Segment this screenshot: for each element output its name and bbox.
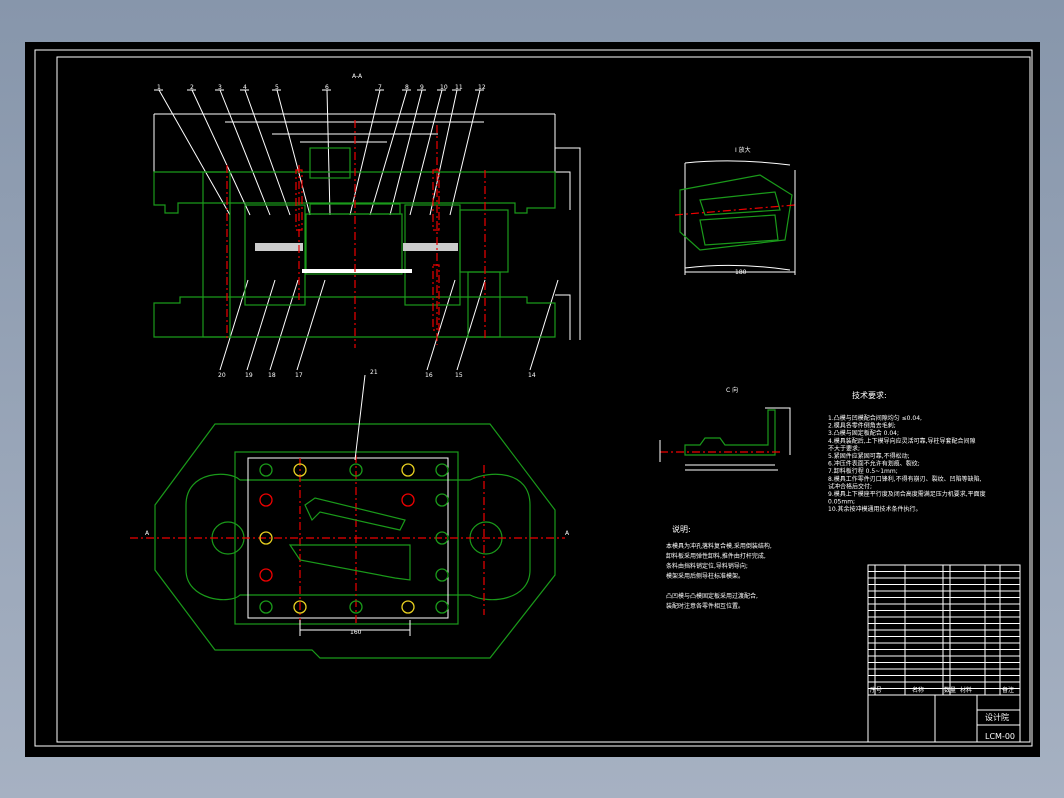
section-title: A-A	[352, 73, 363, 80]
cad-drawing-canvas[interactable]: A-A 1 2 3 4 5 6 7 8 9 10 11 12 20 19 18 17 16 15 14	[25, 42, 1040, 757]
strip-material	[302, 269, 412, 273]
leader-line	[429, 89, 461, 216]
notes-heading: 说明:	[672, 524, 691, 534]
tech-item: 10.其余按冲模通用技术条件执行。	[828, 505, 922, 513]
screw-hole	[435, 600, 449, 614]
screw-hole	[435, 463, 449, 477]
screw-hole	[401, 493, 415, 507]
stripper-rubber-left	[255, 243, 303, 251]
tech-item: 试冲合格后交付;	[828, 482, 872, 490]
technical-requirements: 技术要求: 1.凸模与凹模配合间隙均匀 ≤0.04,2.模具各零件倒角去毛刺;3…	[828, 390, 986, 513]
tech-item: 1.凸模与凹模配合间隙均匀 ≤0.04,	[828, 414, 922, 422]
note-line: 条料由挡料销定位,导料销导向;	[666, 562, 748, 570]
leader-line	[246, 279, 276, 371]
leader-line	[449, 89, 484, 216]
bom-header: 序号	[870, 686, 882, 694]
part-number-20: 20	[218, 372, 226, 379]
part-number-14: 14	[528, 372, 536, 379]
detail-view-enlarged: I 放大 180	[674, 146, 796, 276]
leader-line	[215, 89, 271, 216]
leader-line	[389, 89, 426, 216]
detail-c-title: C 向	[726, 386, 738, 394]
tech-item: 7.卸料板行程 0.5~1mm;	[828, 467, 898, 475]
drawing-sheet: A-A 1 2 3 4 5 6 7 8 9 10 11 1220 19 18 17 16 15 14	[34, 49, 1033, 747]
note-line: 装配时注意各零件相互位置。	[666, 602, 744, 610]
screw-hole	[259, 600, 273, 614]
screw-hole	[259, 568, 273, 582]
part-number-15: 15	[455, 372, 463, 379]
leader-line	[456, 279, 486, 371]
screw-hole	[259, 493, 273, 507]
bom-header: 数量	[944, 686, 956, 694]
tech-item: 5.紧固件应紧固可靠,不得松动;	[828, 452, 910, 460]
plan-dimension: 160	[350, 629, 362, 636]
tech-item: 3.凸模与固定板配合 0.04;	[828, 429, 899, 437]
leader-line	[272, 89, 311, 216]
tech-item: 不大于要求;	[828, 444, 860, 452]
leader-line	[219, 279, 249, 371]
leader-line	[269, 279, 299, 371]
tech-item: 8.模具工作零件刃口锋利,不得有崩刃、裂纹、凹陷等缺陷,	[828, 475, 982, 483]
bom-header: 名称	[912, 686, 924, 694]
screw-hole	[435, 493, 449, 507]
tech-item: 4.模具装配后,上下模导向应灵活可靠,导柱导套配合间隙	[828, 437, 976, 445]
leader-line	[529, 279, 559, 371]
part-number-19: 19	[245, 372, 253, 379]
leader-line	[154, 89, 231, 216]
screw-hole	[435, 568, 449, 582]
leader-line	[322, 89, 331, 216]
leader-line	[426, 279, 456, 371]
tech-item: 0.05mm;	[828, 499, 855, 506]
stripper-rubber-right	[403, 243, 458, 251]
note-line: 卸料板采用弹性卸料,推件由打杆完成,	[666, 552, 766, 560]
part-number-18: 18	[268, 372, 276, 379]
section-marker-left: A	[145, 530, 150, 537]
note-line: 凸凹模与凸模固定板采用过渡配合,	[666, 592, 758, 600]
school-name: 设计院	[985, 712, 1009, 722]
leader-line	[187, 89, 251, 216]
section-view: A-A 1 2 3 4 5 6 7 8 9 10 11 1220 19 18 17 16 15 14	[153, 73, 581, 379]
detail-title: I 放大	[735, 146, 751, 154]
part-number-17: 17	[295, 372, 303, 379]
section-marker-right: A	[565, 530, 570, 537]
bom-header: 材料	[960, 686, 972, 694]
part-number-16: 16	[425, 372, 433, 379]
tech-item: 6.冲压件表面不允许有划痕、裂纹;	[828, 460, 920, 468]
leader-line	[296, 279, 326, 371]
tech-heading: 技术要求:	[852, 390, 887, 400]
leader-line	[409, 89, 446, 216]
notes: 说明: 本模具为冲孔落料复合模,采用倒装结构, 卸料板采用弹性卸料,推件由打杆完成…	[666, 524, 772, 610]
tech-item: 9.模具上下模座平行度及闭合高度需满足压力机要求,平面度	[828, 490, 986, 498]
leader-line	[369, 89, 411, 216]
detail-view-c: C 向	[659, 386, 791, 471]
part-label-21: 21	[370, 369, 378, 376]
screw-hole	[401, 600, 415, 614]
tech-item: 2.模具各零件倒角去毛刺;	[828, 422, 896, 430]
note-line: 模架采用后侧导柱标准模架。	[666, 572, 744, 580]
drawing-number: LCM-00	[985, 732, 1015, 741]
screw-hole	[401, 463, 415, 477]
note-line: 本模具为冲孔落料复合模,采用倒装结构,	[666, 542, 772, 550]
leader-lines: 1 2 3 4 5 6 7 8 9 10 11 1220 19 18 17 16 15 14	[154, 84, 559, 379]
bom-header: 备注	[1002, 686, 1014, 694]
plan-view: 160 21 A A	[130, 369, 570, 659]
leader-line	[240, 89, 291, 216]
detail-dimension: 180	[735, 269, 747, 276]
title-block: 设计院 LCM-00 序号 名称 数量 材料 备注	[867, 564, 1021, 743]
screw-hole	[259, 463, 273, 477]
